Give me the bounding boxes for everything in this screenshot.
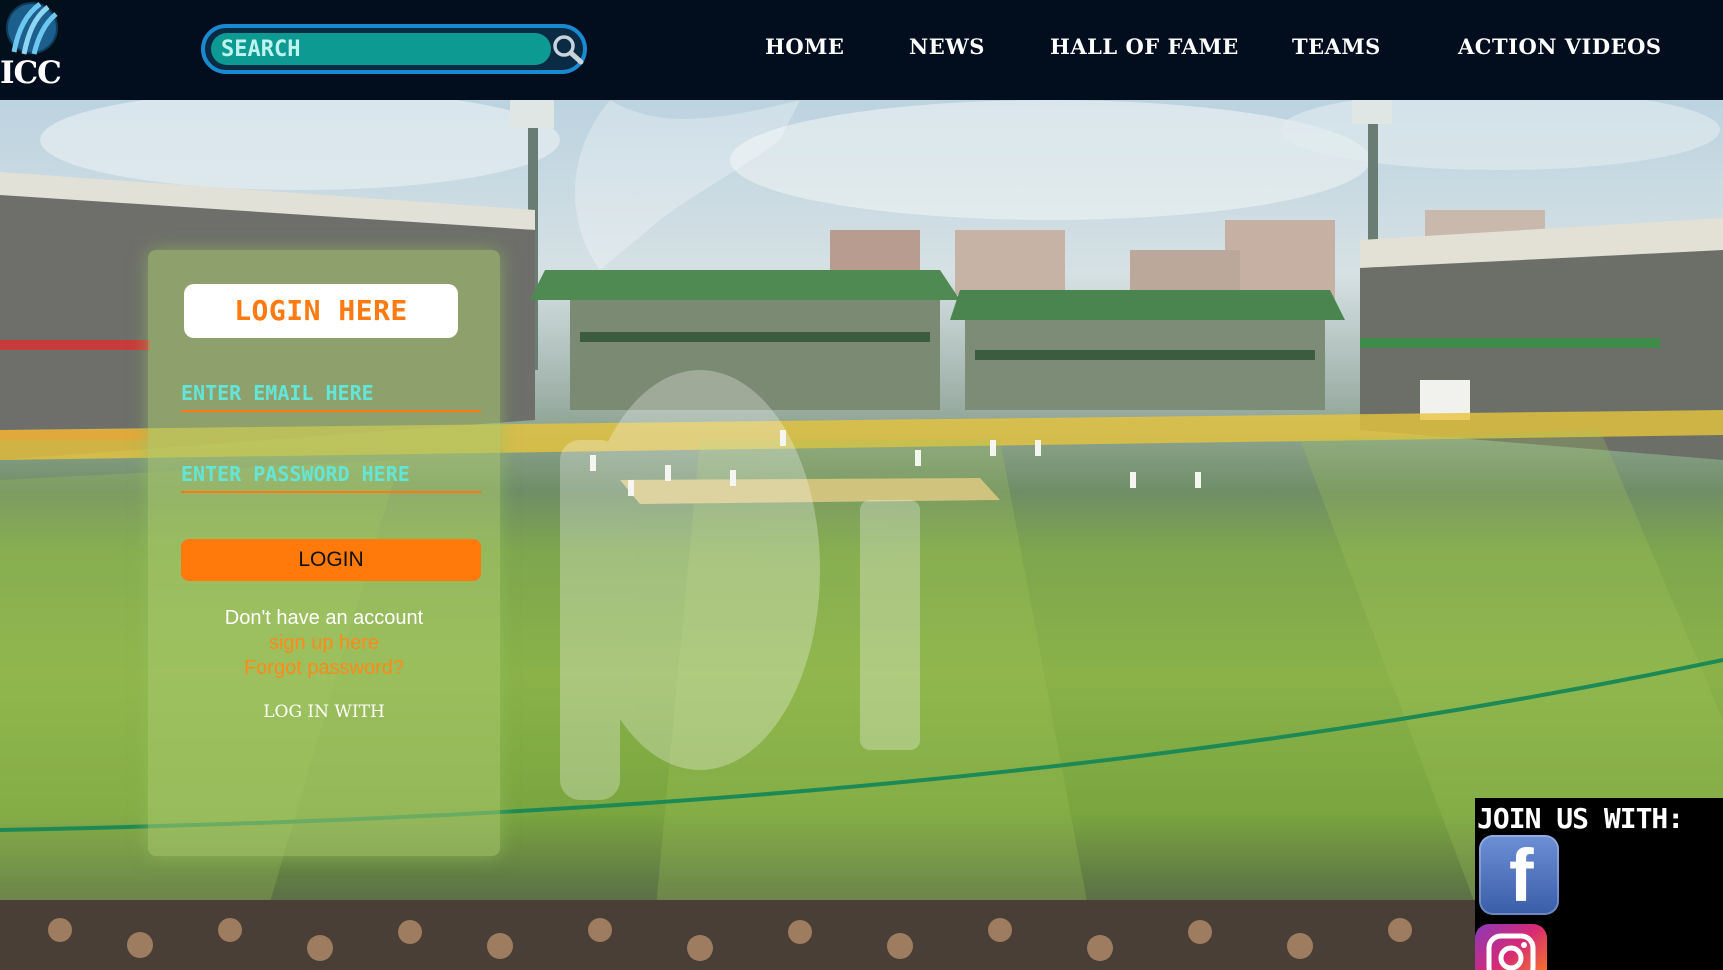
login-heading: LOGIN HERE (184, 284, 458, 338)
search-input[interactable] (211, 33, 551, 65)
social-links-panel: JOIN US WITH: f (1475, 798, 1723, 970)
nav-home[interactable]: HOME (765, 34, 844, 59)
join-us-heading: JOIN US WITH: (1477, 802, 1684, 835)
facebook-icon[interactable]: f (1479, 835, 1559, 915)
instagram-glyph (1486, 933, 1536, 970)
nav-news[interactable]: NEWS (909, 34, 985, 59)
email-field[interactable] (181, 376, 481, 412)
nav-teams[interactable]: TEAMS (1292, 34, 1381, 59)
no-account-text: Don't have an account (224, 607, 424, 629)
sign-up-link[interactable]: sign up here (148, 631, 500, 655)
login-with-label: LOG IN WITH (263, 702, 385, 722)
forgot-password-link[interactable]: Forgot password? (148, 656, 500, 680)
instagram-icon[interactable] (1475, 924, 1547, 970)
facebook-glyph: f (1509, 834, 1534, 917)
login-panel: LOGIN HERE LOGIN Don't have an account s… (148, 250, 500, 856)
icc-logo[interactable]: ICC (0, 0, 64, 96)
cricket-ball-logo-icon (0, 0, 62, 56)
logo-text: ICC (0, 55, 62, 91)
login-button[interactable]: LOGIN (181, 539, 481, 581)
top-navigation-bar: ICC HOME NEWS HALL OF FAME TEAMS ACTION … (0, 0, 1723, 100)
nav-action-videos[interactable]: ACTION VIDEOS (1458, 34, 1662, 59)
search-icon[interactable] (551, 33, 585, 65)
password-field[interactable] (181, 457, 481, 493)
search-bar (201, 24, 587, 74)
nav-hall-of-fame[interactable]: HALL OF FAME (1050, 34, 1239, 59)
